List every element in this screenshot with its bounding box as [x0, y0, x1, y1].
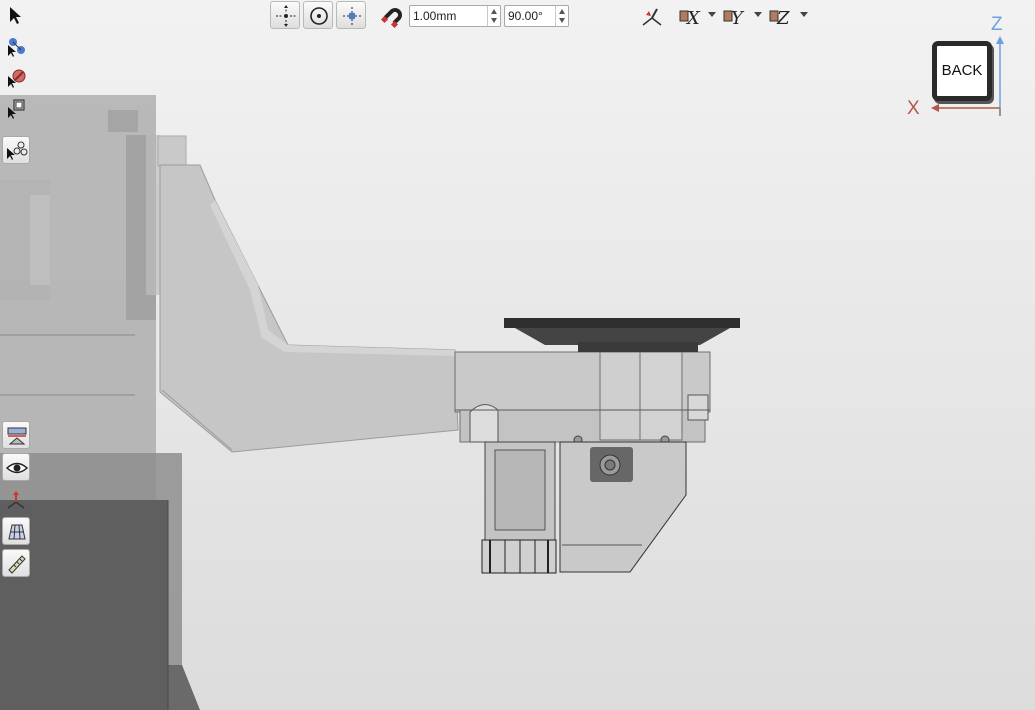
mirror-x-icon: X: [679, 8, 701, 29]
connected-nodes-icon: [7, 141, 28, 160]
select-path-tool[interactable]: [2, 33, 30, 61]
align-axes-icon: [343, 7, 361, 25]
snap-angle-value: 90.00°: [508, 9, 543, 23]
chevron-down-icon[interactable]: [708, 12, 716, 18]
stepper-arrows-icon: [559, 9, 565, 23]
path-nodes-icon: [8, 38, 25, 57]
section-plane-icon: [7, 427, 27, 445]
grid-icon: [8, 524, 26, 540]
gripper-body: [559, 441, 687, 573]
mirror-x-button[interactable]: X: [678, 5, 704, 34]
mirror-y-icon: Y: [723, 8, 745, 29]
move-tool-button[interactable]: [270, 1, 300, 29]
motor-unit: [481, 441, 557, 574]
snap-distance-input[interactable]: 1.00mm: [409, 5, 501, 27]
snap-magnet-icon[interactable]: [380, 4, 404, 33]
ruler-icon: [8, 555, 26, 574]
stepper-arrows-icon: [491, 9, 497, 23]
mirror-z-button[interactable]: Z: [768, 5, 794, 34]
eye-icon: [6, 462, 28, 474]
select-tool[interactable]: [2, 2, 30, 30]
svg-text:Z: Z: [776, 8, 790, 29]
axis-triad: [931, 36, 1004, 116]
svg-text:X: X: [685, 8, 701, 29]
move-arrows-icon: [276, 5, 296, 27]
robot-wrist: [454, 351, 711, 445]
no-select-icon: [8, 69, 26, 88]
align-tool-button[interactable]: [336, 1, 366, 29]
left-tool-palette: [0, 0, 32, 600]
robot-arm-link: [157, 135, 459, 453]
rotate-tool-button[interactable]: [303, 1, 333, 29]
snap-angle-input[interactable]: 90.00°: [504, 5, 569, 27]
view-orient-button[interactable]: [640, 5, 664, 34]
mirror-z-icon: Z: [769, 8, 790, 29]
snap-distance-value: 1.00mm: [413, 9, 457, 23]
axes-orient-icon: [7, 491, 25, 509]
chevron-down-icon[interactable]: [754, 12, 762, 18]
box-select-icon: [8, 99, 25, 119]
grid-tool[interactable]: [2, 517, 30, 545]
select-boundary-tool[interactable]: [2, 95, 30, 123]
mounting-plate: [504, 318, 740, 352]
x-axis-label: X: [907, 98, 920, 119]
snap-distance-stepper[interactable]: [487, 6, 500, 26]
select-connected-tool[interactable]: [2, 136, 30, 164]
mirror-y-button[interactable]: Y: [722, 5, 748, 34]
visibility-tool[interactable]: [2, 453, 30, 481]
section-view-tool[interactable]: [2, 421, 30, 449]
snap-angle-stepper[interactable]: [555, 6, 568, 26]
chevron-down-icon[interactable]: [800, 12, 808, 18]
svg-text:Y: Y: [731, 8, 745, 29]
cursor-arrow-icon: [10, 7, 21, 24]
view-orient-icon: [642, 8, 662, 26]
deselect-tool[interactable]: [2, 64, 30, 92]
view-cube[interactable]: BACK Z X: [905, 12, 1025, 122]
cad-viewport[interactable]: [0, 0, 1035, 710]
rotate-circle-icon: [310, 7, 328, 25]
z-axis-label: Z: [991, 14, 1003, 35]
orient-tool[interactable]: [2, 487, 30, 515]
measure-tool[interactable]: [2, 549, 30, 577]
